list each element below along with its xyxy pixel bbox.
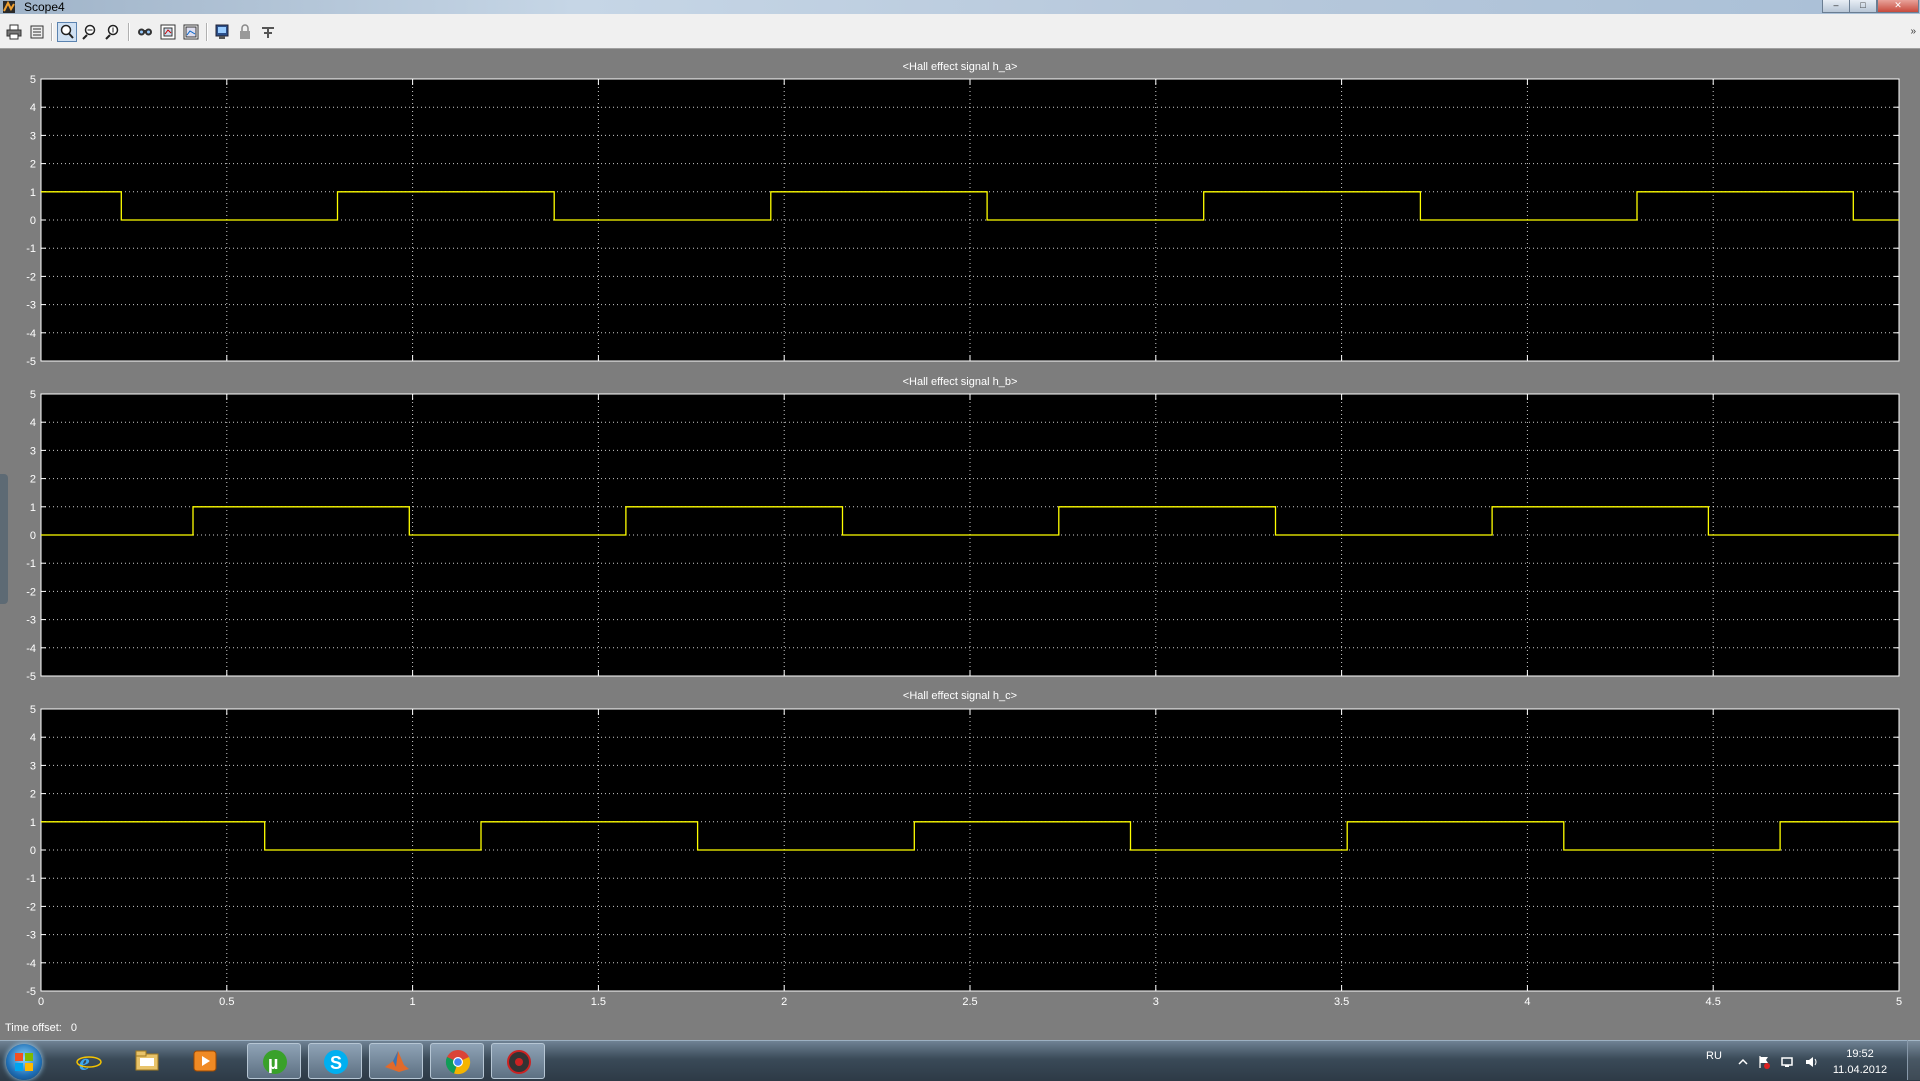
- y-tick-label: -2: [26, 586, 36, 598]
- y-tick-label: 3: [30, 130, 36, 142]
- time-offset-readout: Time offset: 0: [5, 1022, 77, 1034]
- y-tick-label: 0: [30, 530, 36, 542]
- y-tick-label: 2: [30, 159, 36, 171]
- y-tick-label: 0: [30, 215, 36, 227]
- time-offset-value: 0: [70, 1022, 78, 1034]
- y-tick-label: -5: [26, 356, 36, 368]
- utorrent-icon: µ: [263, 1050, 287, 1074]
- tray-expand-icon[interactable]: [1736, 1055, 1750, 1069]
- y-tick-label: -4: [26, 328, 36, 340]
- y-tick-label: -1: [26, 243, 36, 255]
- y-tick-label: 5: [30, 74, 36, 86]
- network-icon[interactable]: [1781, 1055, 1795, 1069]
- x-tick-label: 2: [781, 996, 787, 1008]
- y-tick-label: -5: [26, 671, 36, 683]
- y-tick-label: 1: [30, 187, 36, 199]
- y-tick-label: 3: [30, 760, 36, 772]
- y-tick-label: -3: [26, 615, 36, 627]
- y-tick-label: -4: [26, 958, 36, 970]
- x-tick-label: 3.5: [1334, 996, 1349, 1008]
- file-explorer-icon: [135, 1050, 159, 1071]
- x-tick-label: 4.5: [1706, 996, 1721, 1008]
- y-tick-label: -1: [26, 873, 36, 885]
- y-tick-label: -2: [26, 901, 36, 913]
- taskbar-matlab-button[interactable]: [369, 1043, 423, 1079]
- volume-icon[interactable]: [1805, 1055, 1819, 1069]
- taskbar-chrome-button[interactable]: [430, 1043, 484, 1079]
- taskbar-media-player-button[interactable]: [178, 1043, 232, 1079]
- audio-app-icon: [507, 1050, 531, 1074]
- y-tick-label: 0: [30, 845, 36, 857]
- skype-icon: S: [324, 1050, 348, 1074]
- y-tick-label: 4: [30, 102, 36, 114]
- y-tick-label: -3: [26, 300, 36, 312]
- y-tick-label: 4: [30, 417, 36, 429]
- show-desktop-button[interactable]: [1907, 1040, 1920, 1080]
- internet-explorer-icon: e: [76, 1050, 102, 1074]
- taskbar-skype-button[interactable]: S: [308, 1043, 362, 1079]
- windows-taskbar: e µ S: [0, 1040, 1920, 1081]
- scope-plots[interactable]: 5 4 3 2 1 0 -1 -2 -3 -4 -5 5 4 3 2 1 0 -1 -2 -3 -4 -5 5 4 3 2 1 0 -1…: [0, 0, 1920, 1040]
- x-tick-label: 4: [1524, 996, 1530, 1008]
- y-tick-label: 1: [30, 817, 36, 829]
- x-tick-label: 2.5: [962, 996, 977, 1008]
- media-player-icon: [193, 1050, 217, 1072]
- y-tick-label: -5: [26, 986, 36, 998]
- clock-time: 19:52: [1846, 1048, 1874, 1060]
- start-button[interactable]: [6, 1044, 42, 1080]
- x-tick-label: 3: [1153, 996, 1159, 1008]
- action-center-flag-icon[interactable]: [1757, 1055, 1771, 1069]
- clock-date: 11.04.2012: [1832, 1064, 1888, 1076]
- y-tick-label: 3: [30, 445, 36, 457]
- windows-logo-icon: [15, 1053, 33, 1071]
- x-tick-label: 0: [38, 996, 44, 1008]
- taskbar-utorrent-button[interactable]: µ: [247, 1043, 301, 1079]
- y-tick-label: -4: [26, 643, 36, 655]
- svg-text:S: S: [330, 1053, 342, 1073]
- x-tick-label: 5: [1896, 996, 1902, 1008]
- y-tick-label: 4: [30, 732, 36, 744]
- svg-text:µ: µ: [268, 1053, 278, 1073]
- y-tick-label: -2: [26, 271, 36, 283]
- language-indicator[interactable]: RU: [1706, 1050, 1722, 1062]
- y-tick-label: 2: [30, 789, 36, 801]
- y-tick-label: 1: [30, 502, 36, 514]
- y-tick-label: 5: [30, 389, 36, 401]
- x-tick-label: 1.5: [591, 996, 606, 1008]
- y-tick-label: -1: [26, 558, 36, 570]
- matlab-icon: [385, 1051, 409, 1072]
- y-tick-label: 5: [30, 704, 36, 716]
- y-tick-label: -3: [26, 930, 36, 942]
- svg-text:e: e: [79, 1050, 90, 1074]
- taskbar-explorer-button[interactable]: [120, 1043, 174, 1079]
- time-offset-label: Time offset:: [5, 1022, 62, 1034]
- x-tick-label: 0.5: [219, 996, 234, 1008]
- taskbar-ie-button[interactable]: e: [62, 1043, 116, 1079]
- chrome-icon: [445, 1050, 471, 1075]
- taskbar-audio-app-button[interactable]: [491, 1043, 545, 1079]
- x-tick-label: 1: [410, 996, 416, 1008]
- y-tick-label: 2: [30, 474, 36, 486]
- taskbar-clock[interactable]: 19:52 11.04.2012: [1820, 1046, 1900, 1078]
